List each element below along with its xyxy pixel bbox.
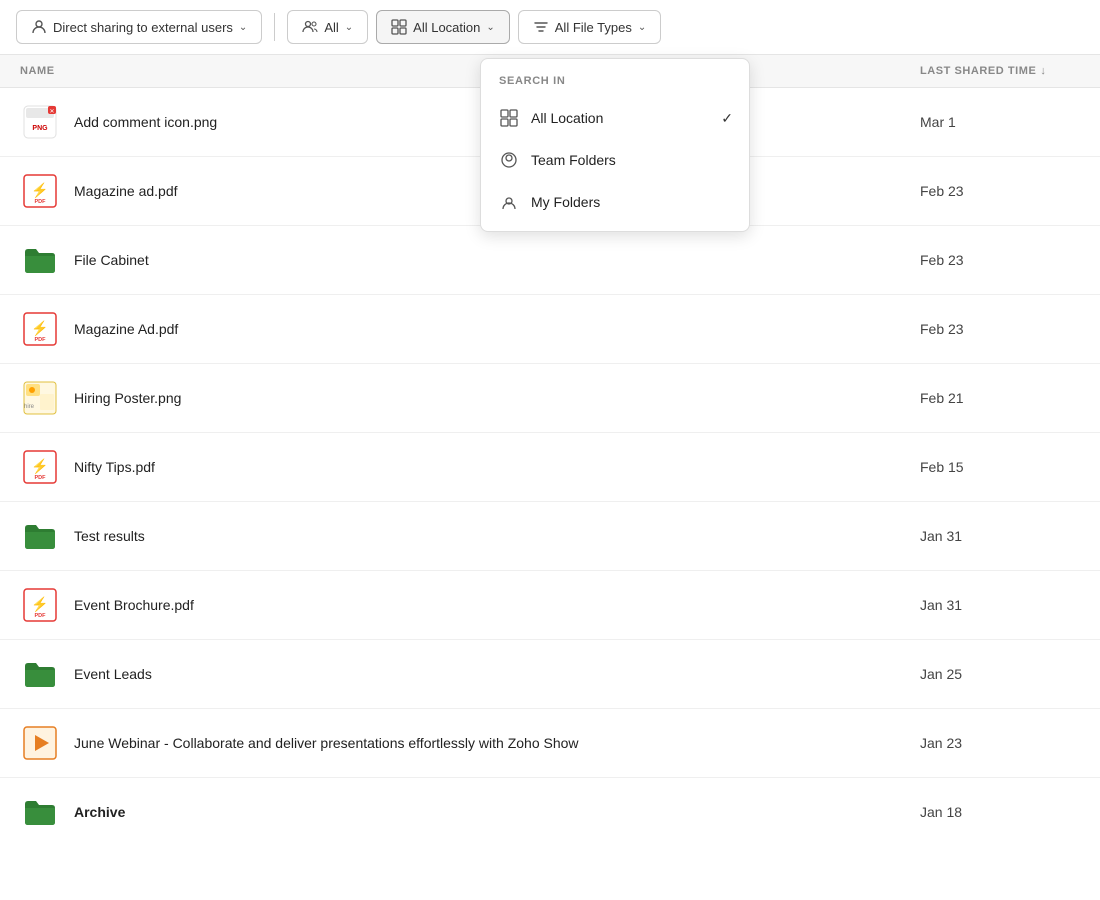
my-folders-dropdown-icon [499, 192, 519, 212]
chevron-down-icon-3: ⌄ [486, 22, 494, 33]
filetype-filter-button[interactable]: All File Types ⌄ [518, 10, 661, 44]
all-filter-button[interactable]: All ⌄ [287, 10, 368, 44]
row-name: Event Leads [74, 666, 920, 682]
check-icon: ✓ [721, 110, 733, 127]
dropdown-item-team-folders[interactable]: Team Folders [481, 139, 749, 181]
table-row[interactable]: June Webinar - Collaborate and deliver p… [0, 709, 1100, 778]
svg-text:PDF: PDF [35, 199, 47, 205]
file-icon: PNG ✕ [20, 102, 60, 142]
file-icon: ⚡ PDF [20, 585, 60, 625]
svg-text:⚡: ⚡ [31, 458, 48, 475]
dropdown-search-label: SEARCH IN [481, 67, 749, 97]
location-filter-label: All Location [413, 20, 480, 35]
file-icon: ⚡ PDF [20, 309, 60, 349]
location-dropdown: SEARCH IN All Location ✓ Team Folde [480, 58, 750, 232]
table-row[interactable]: ⚡ PDF Nifty Tips.pdf Feb 15 [0, 433, 1100, 502]
svg-text:PNG: PNG [32, 125, 48, 132]
file-icon: hire [20, 378, 60, 418]
dropdown-item-all-location-label: All Location [531, 110, 603, 126]
all-filter-label: All [324, 20, 338, 35]
svg-text:PDF: PDF [35, 337, 47, 343]
file-icon: ⚡ PDF [20, 171, 60, 211]
svg-text:hire: hire [24, 404, 35, 410]
svg-text:PDF: PDF [35, 475, 47, 481]
row-time: Feb 23 [920, 252, 1080, 268]
row-time: Jan 31 [920, 597, 1080, 613]
row-time: Feb 15 [920, 459, 1080, 475]
table-row[interactable]: Test results Jan 31 [0, 502, 1100, 571]
table-row[interactable]: hire Hiring Poster.png Feb 21 [0, 364, 1100, 433]
dropdown-item-all-location[interactable]: All Location ✓ [481, 97, 749, 139]
dropdown-item-my-folders-label: My Folders [531, 194, 600, 210]
divider [274, 13, 275, 41]
dropdown-item-team-folders-label: Team Folders [531, 152, 616, 168]
filter-icon [533, 19, 549, 35]
table-row[interactable]: ⚡ PDF Event Brochure.pdf Jan 31 [0, 571, 1100, 640]
dropdown-item-my-folders[interactable]: My Folders [481, 181, 749, 223]
row-name: Magazine Ad.pdf [74, 321, 920, 337]
chevron-down-icon-2: ⌄ [345, 22, 353, 33]
toolbar: Direct sharing to external users ⌄ All ⌄… [0, 0, 1100, 55]
row-time: Feb 21 [920, 390, 1080, 406]
row-name: June Webinar - Collaborate and deliver p… [74, 735, 920, 751]
location-filter-button[interactable]: All Location ⌄ [376, 10, 510, 44]
file-icon: ⚡ PDF [20, 447, 60, 487]
folder-icon [20, 654, 60, 694]
sharing-filter-button[interactable]: Direct sharing to external users ⌄ [16, 10, 262, 44]
user-share-icon [31, 19, 47, 35]
svg-text:⚡: ⚡ [31, 596, 48, 613]
all-location-dropdown-icon [499, 108, 519, 128]
filetype-filter-label: All File Types [555, 20, 632, 35]
row-time: Feb 23 [920, 183, 1080, 199]
svg-text:✕: ✕ [49, 109, 54, 115]
row-time: Jan 23 [920, 735, 1080, 751]
team-folders-dropdown-icon [499, 150, 519, 170]
row-name: Test results [74, 528, 920, 544]
row-name: File Cabinet [74, 252, 920, 268]
col-time-header[interactable]: LAST SHARED TIME ↓ [920, 65, 1080, 77]
folder-icon [20, 516, 60, 556]
chevron-down-icon: ⌄ [239, 22, 247, 33]
folder-icon [20, 792, 60, 832]
chevron-down-icon-4: ⌄ [638, 22, 646, 33]
row-time: Feb 23 [920, 321, 1080, 337]
table-row[interactable]: File Cabinet Feb 23 [0, 226, 1100, 295]
table-row[interactable]: ⚡ PDF Magazine Ad.pdf Feb 23 [0, 295, 1100, 364]
row-name: Hiring Poster.png [74, 390, 920, 406]
sharing-filter-label: Direct sharing to external users [53, 20, 233, 35]
folder-icon [20, 240, 60, 280]
table-row[interactable]: Event Leads Jan 25 [0, 640, 1100, 709]
row-time: Jan 25 [920, 666, 1080, 682]
row-name: Nifty Tips.pdf [74, 459, 920, 475]
table-row[interactable]: Archive Jan 18 [0, 778, 1100, 846]
users-icon [302, 19, 318, 35]
location-icon [391, 19, 407, 35]
row-name: Event Brochure.pdf [74, 597, 920, 613]
row-time: Mar 1 [920, 114, 1080, 130]
svg-text:⚡: ⚡ [31, 182, 48, 199]
row-time: Jan 31 [920, 528, 1080, 544]
svg-text:⚡: ⚡ [31, 320, 48, 337]
presentation-icon [20, 723, 60, 763]
row-time: Jan 18 [920, 804, 1080, 820]
svg-text:PDF: PDF [35, 613, 47, 619]
col-name-header: NAME [20, 65, 920, 77]
row-name: Archive [74, 804, 920, 820]
